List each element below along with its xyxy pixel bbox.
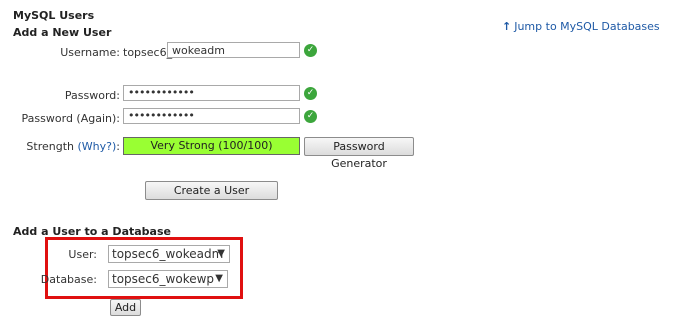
jump-link-label: Jump to MySQL Databases: [514, 20, 660, 33]
strength-colon: :: [116, 140, 120, 153]
add-button[interactable]: Add: [110, 299, 141, 316]
strength-meter: Very Strong (100/100): [123, 137, 300, 155]
check-circle-icon: ✓: [304, 44, 317, 57]
username-label: Username:: [60, 46, 120, 59]
check-circle-icon: ✓: [304, 110, 317, 123]
user-label: User:: [68, 248, 97, 261]
password-generator-button[interactable]: Password Generator: [304, 137, 414, 170]
user-select-value: topsec6_wokeadm: [112, 247, 224, 261]
jump-to-databases-link[interactable]: ↑ Jump to MySQL Databases: [502, 20, 660, 33]
password-label: Password:: [64, 89, 120, 102]
create-user-button[interactable]: Create a User: [145, 181, 278, 200]
username-prefix: topsec6_: [123, 46, 173, 59]
password-input[interactable]: ••••••••••••: [123, 85, 300, 101]
database-select[interactable]: topsec6_wokewp ▼: [108, 270, 228, 288]
password-again-label: Password (Again):: [21, 112, 120, 125]
strength-label: Strength: [26, 140, 74, 153]
database-label: Database:: [40, 273, 97, 286]
username-input[interactable]: wokeadm: [167, 42, 300, 58]
arrow-up-icon: ↑: [502, 20, 512, 33]
user-select[interactable]: topsec6_wokeadm ▼: [108, 245, 230, 263]
dropdown-caret-icon: ▼: [215, 273, 223, 284]
check-circle-icon: ✓: [304, 87, 317, 100]
why-link[interactable]: (Why?): [78, 140, 117, 153]
dropdown-caret-icon: ▼: [217, 248, 225, 259]
database-select-value: topsec6_wokewp: [112, 272, 215, 286]
page-title: MySQL Users: [13, 9, 95, 22]
section-heading-add-user: Add a New User: [13, 26, 112, 39]
strength-label-group: Strength (Why?):: [26, 140, 120, 153]
password-again-input[interactable]: ••••••••••••: [123, 108, 300, 124]
